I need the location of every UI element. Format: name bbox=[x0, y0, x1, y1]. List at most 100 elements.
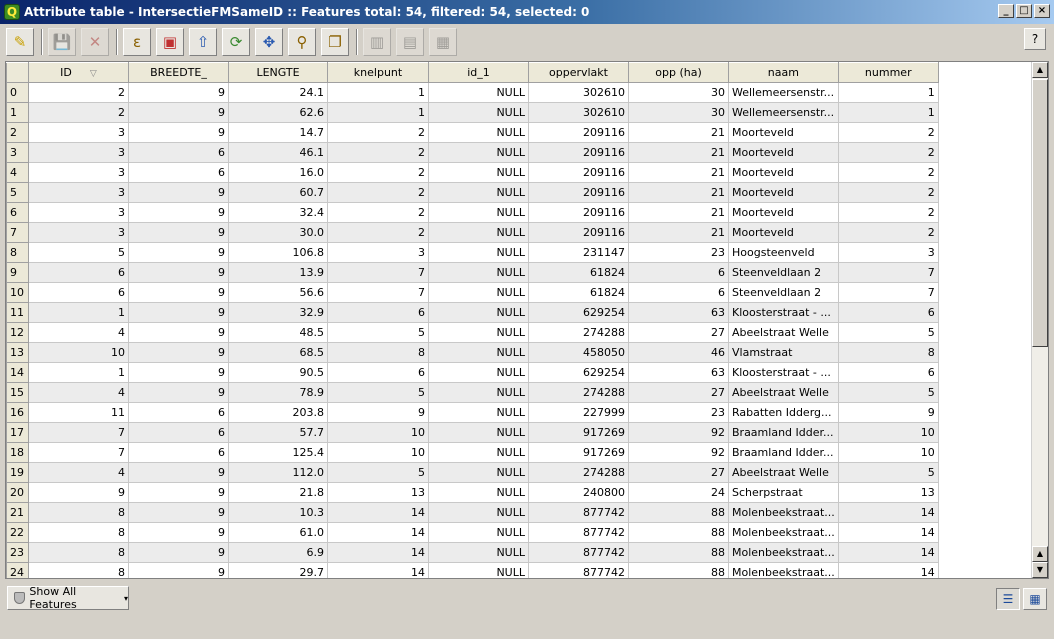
toggle-editing-button[interactable]: ✎ bbox=[6, 28, 34, 56]
table-cell[interactable]: 14 bbox=[837, 562, 939, 578]
table-cell[interactable]: NULL bbox=[428, 442, 529, 463]
row-header[interactable]: 18 bbox=[6, 442, 29, 463]
table-cell[interactable]: 4 bbox=[28, 322, 129, 343]
delete-column-button[interactable]: ▤ bbox=[396, 28, 424, 56]
row-header[interactable]: 17 bbox=[6, 422, 29, 443]
row-header[interactable]: 11 bbox=[6, 302, 29, 323]
table-cell[interactable]: 877742 bbox=[528, 522, 629, 543]
table-cell[interactable]: 23 bbox=[628, 402, 729, 423]
table-cell[interactable]: NULL bbox=[428, 302, 529, 323]
row-header[interactable]: 24 bbox=[6, 562, 29, 578]
table-cell[interactable]: 13 bbox=[327, 482, 429, 503]
table-cell[interactable]: 13.9 bbox=[228, 262, 328, 283]
table-cell[interactable]: 1 bbox=[327, 82, 429, 103]
table-cell[interactable]: 917269 bbox=[528, 442, 629, 463]
form-view-button[interactable]: ▦ bbox=[1023, 588, 1047, 610]
table-cell[interactable]: 6 bbox=[628, 282, 729, 303]
row-header[interactable]: 19 bbox=[6, 462, 29, 483]
table-cell[interactable]: 6 bbox=[128, 162, 229, 183]
column-header-id-1[interactable]: id_1 bbox=[428, 62, 529, 83]
table-cell[interactable]: 9 bbox=[128, 502, 229, 523]
table-cell[interactable]: 106.8 bbox=[228, 242, 328, 263]
column-header-breedte[interactable]: BREEDTE_ bbox=[128, 62, 229, 83]
table-cell[interactable]: 48.5 bbox=[228, 322, 328, 343]
table-cell[interactable]: 274288 bbox=[528, 322, 629, 343]
table-cell[interactable]: Moorteveld bbox=[728, 222, 839, 243]
table-cell[interactable]: 30 bbox=[628, 102, 729, 123]
table-cell[interactable]: 10 bbox=[837, 442, 939, 463]
table-cell[interactable]: 9 bbox=[128, 462, 229, 483]
table-cell[interactable]: 227999 bbox=[528, 402, 629, 423]
table-cell[interactable]: 88 bbox=[628, 522, 729, 543]
pan-to-selection-button[interactable]: ✥ bbox=[255, 28, 283, 56]
row-header[interactable]: 0 bbox=[6, 82, 29, 103]
table-cell[interactable]: 32.4 bbox=[228, 202, 328, 223]
table-cell[interactable]: Kloosterstraat - ... bbox=[728, 362, 839, 383]
table-row[interactable]: 22 8 9 61.0 14 NULL 877742 88 Molenbeekstraat...… bbox=[6, 522, 939, 543]
table-cell[interactable]: 62.6 bbox=[228, 102, 328, 123]
table-cell[interactable]: 8 bbox=[837, 342, 939, 363]
table-cell[interactable]: Abeelstraat Welle bbox=[728, 462, 839, 483]
table-cell[interactable]: 57.7 bbox=[228, 422, 328, 443]
table-cell[interactable]: 61824 bbox=[528, 282, 629, 303]
table-cell[interactable]: 2 bbox=[327, 182, 429, 203]
table-row[interactable]: 9 6 9 13.9 7 NULL 61824 6 Steenveldlaan 27 bbox=[6, 262, 939, 283]
column-header-knelpunt[interactable]: knelpunt bbox=[327, 62, 429, 83]
table-cell[interactable]: 78.9 bbox=[228, 382, 328, 403]
table-cell[interactable]: 46 bbox=[628, 342, 729, 363]
table-cell[interactable]: Moorteveld bbox=[728, 122, 839, 143]
table-cell[interactable]: 877742 bbox=[528, 562, 629, 578]
scroll-up-button[interactable]: ▲ bbox=[1032, 62, 1048, 78]
row-header[interactable]: 5 bbox=[6, 182, 29, 203]
table-cell[interactable]: 2 bbox=[327, 162, 429, 183]
table-cell[interactable]: 27 bbox=[628, 462, 729, 483]
table-cell[interactable]: 6 bbox=[128, 422, 229, 443]
table-cell[interactable]: NULL bbox=[428, 82, 529, 103]
show-all-features-button[interactable]: Show All Features ▾ bbox=[7, 585, 129, 611]
table-cell[interactable]: 8 bbox=[28, 502, 129, 523]
table-cell[interactable]: 21 bbox=[628, 202, 729, 223]
table-cell[interactable]: NULL bbox=[428, 562, 529, 578]
invert-selection-button[interactable]: ⟳ bbox=[222, 28, 250, 56]
table-cell[interactable]: 2 bbox=[28, 102, 129, 123]
table-row[interactable]: 4 3 6 16.0 2 NULL 209116 21 Moorteveld 2 bbox=[6, 162, 939, 183]
table-cell[interactable]: 2 bbox=[837, 222, 939, 243]
table-cell[interactable]: 7 bbox=[837, 262, 939, 283]
table-cell[interactable]: 209116 bbox=[528, 202, 629, 223]
table-cell[interactable]: Wellemeersenstr... bbox=[728, 102, 839, 123]
table-cell[interactable]: 2 bbox=[28, 82, 129, 103]
table-cell[interactable]: Molenbeekstraat... bbox=[728, 502, 839, 523]
scroll-down-button[interactable]: ▼ bbox=[1032, 562, 1048, 578]
table-cell[interactable]: 30.0 bbox=[228, 222, 328, 243]
table-cell[interactable]: 90.5 bbox=[228, 362, 328, 383]
table-cell[interactable]: 9 bbox=[128, 562, 229, 578]
table-cell[interactable]: 8 bbox=[28, 542, 129, 563]
table-cell[interactable]: NULL bbox=[428, 482, 529, 503]
table-cell[interactable]: 7 bbox=[327, 262, 429, 283]
table-cell[interactable]: 2 bbox=[327, 222, 429, 243]
row-header[interactable]: 15 bbox=[6, 382, 29, 403]
table-cell[interactable]: 27 bbox=[628, 322, 729, 343]
table-cell[interactable]: 6 bbox=[128, 442, 229, 463]
table-cell[interactable]: 302610 bbox=[528, 82, 629, 103]
table-cell[interactable]: 14 bbox=[837, 542, 939, 563]
table-cell[interactable]: NULL bbox=[428, 282, 529, 303]
table-cell[interactable]: 877742 bbox=[528, 542, 629, 563]
table-cell[interactable]: 6 bbox=[28, 262, 129, 283]
table-cell[interactable]: 9 bbox=[128, 82, 229, 103]
table-cell[interactable]: 14 bbox=[837, 502, 939, 523]
column-header-nummer[interactable]: nummer bbox=[837, 62, 939, 83]
table-cell[interactable]: 9 bbox=[128, 362, 229, 383]
table-cell[interactable]: Vlamstraat bbox=[728, 342, 839, 363]
table-cell[interactable]: Abeelstraat Welle bbox=[728, 382, 839, 403]
column-header-opp-ha[interactable]: opp (ha) bbox=[628, 62, 729, 83]
table-cell[interactable]: 9 bbox=[128, 522, 229, 543]
table-cell[interactable]: 21.8 bbox=[228, 482, 328, 503]
table-cell[interactable]: NULL bbox=[428, 362, 529, 383]
table-cell[interactable]: 274288 bbox=[528, 382, 629, 403]
table-cell[interactable]: 63 bbox=[628, 302, 729, 323]
unselect-all-button[interactable]: ▣ bbox=[156, 28, 184, 56]
table-cell[interactable]: Moorteveld bbox=[728, 142, 839, 163]
table-cell[interactable]: NULL bbox=[428, 262, 529, 283]
row-header[interactable]: 7 bbox=[6, 222, 29, 243]
